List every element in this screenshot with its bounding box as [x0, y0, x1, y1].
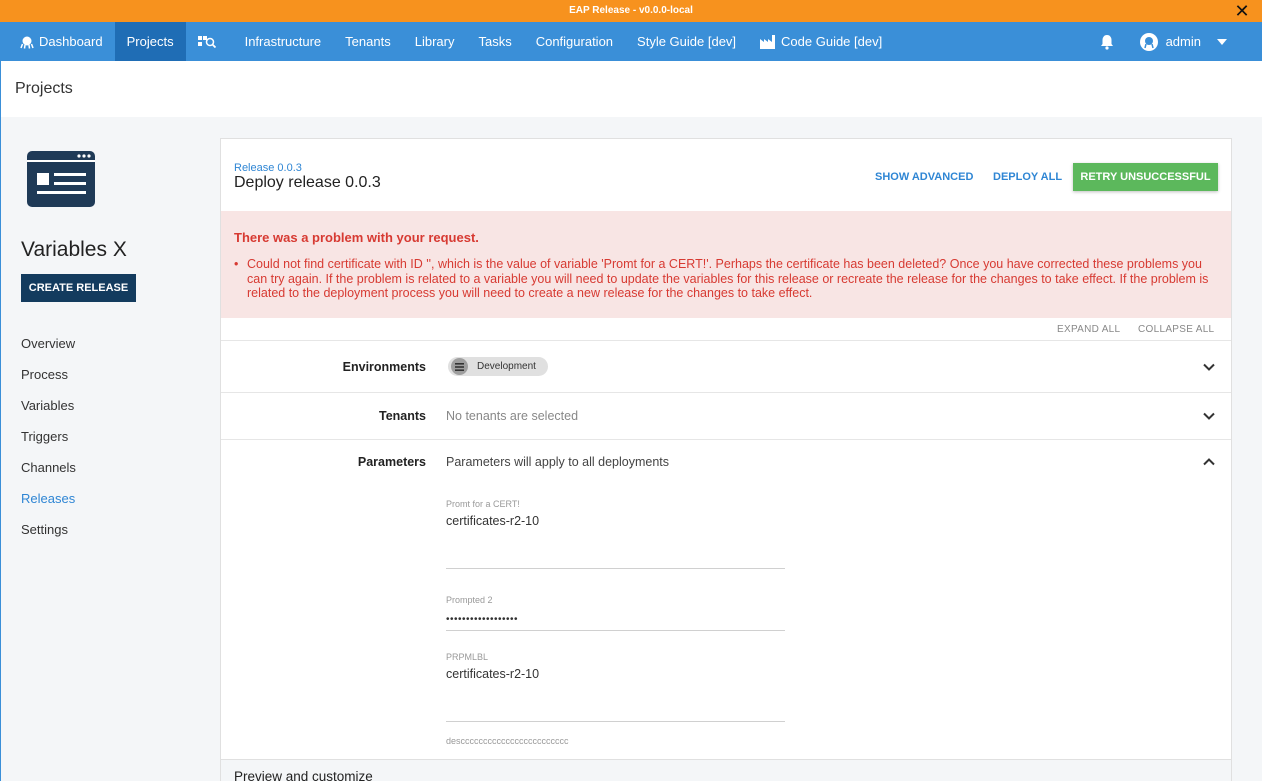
environments-section[interactable]: Environments Development	[221, 341, 1231, 393]
param-field-prpmlbl: PRPMLBL	[446, 652, 785, 722]
close-icon[interactable]: ✕	[1234, 1, 1250, 21]
octopus-icon	[20, 36, 34, 49]
nav-infrastructure-label: Infrastructure	[244, 34, 322, 49]
factory-icon	[760, 34, 776, 49]
nav-style-guide-label: Style Guide [dev]	[637, 34, 737, 49]
card-header: Release 0.0.3 Deploy release 0.0.3 SHOW …	[221, 139, 1231, 211]
chevron-up-icon[interactable]	[1201, 454, 1217, 470]
project-name: Variables X	[21, 238, 127, 261]
nav-configuration[interactable]: Configuration	[524, 22, 625, 61]
error-message-item: • Could not find certificate with ID '',…	[234, 257, 1224, 301]
sidebar-item-process[interactable]: Process	[21, 367, 76, 398]
param-field-prompted2: Prompted 2	[446, 595, 785, 631]
caret-down-icon	[1217, 38, 1227, 45]
chevron-down-icon[interactable]	[1201, 408, 1217, 424]
preview-section[interactable]: Preview and customize	[221, 759, 1231, 781]
breadcrumb-release[interactable]: Release 0.0.3	[234, 162, 302, 174]
top-navbar: Dashboard Projects Infrastructure Tenant…	[0, 22, 1262, 61]
environments-label: Environments	[342, 360, 426, 374]
param-help-prpmlbl: descccccccccccccccccccccccc	[446, 736, 569, 746]
collapse-all-button[interactable]: COLLAPSE ALL	[1138, 324, 1214, 335]
nav-search[interactable]	[186, 22, 233, 61]
notifications-button[interactable]	[1086, 22, 1133, 61]
user-menu[interactable]: admin	[1133, 22, 1207, 61]
tenants-section[interactable]: Tenants No tenants are selected	[221, 393, 1231, 440]
param-field-cert: Promt for a CERT!	[446, 499, 785, 569]
list-icon	[451, 358, 468, 375]
parameters-section: Parameters Parameters will apply to all …	[221, 440, 1231, 759]
retry-unsuccessful-button[interactable]: RETRY UNSUCCESSFUL	[1073, 163, 1218, 191]
environment-chip: Development	[448, 357, 548, 376]
sidebar-item-settings[interactable]: Settings	[21, 522, 76, 553]
error-message: Could not find certificate with ID '', w…	[247, 257, 1209, 300]
create-release-button[interactable]: CREATE RELEASE	[21, 274, 136, 302]
avatar-icon	[1139, 32, 1158, 51]
tenants-value: No tenants are selected	[446, 409, 579, 423]
page-body: Variables X CREATE RELEASE Overview Proc…	[0, 117, 1262, 781]
card-title: Deploy release 0.0.3	[234, 174, 381, 191]
nav-dashboard[interactable]: Dashboard	[0, 22, 115, 61]
parameters-value: Parameters will apply to all deployments	[446, 455, 670, 469]
preview-label: Preview and customize	[234, 769, 373, 781]
search-grid-icon	[197, 36, 216, 48]
nav-code-guide-label: Code Guide [dev]	[781, 34, 883, 49]
nav-style-guide[interactable]: Style Guide [dev]	[625, 22, 748, 61]
tenants-label: Tenants	[379, 409, 426, 423]
user-name: admin	[1165, 34, 1201, 49]
nav-library[interactable]: Library	[403, 22, 467, 61]
nav-projects[interactable]: Projects	[114, 22, 186, 61]
error-title: There was a problem with your request.	[234, 230, 479, 245]
nav-right: admin	[1086, 22, 1262, 61]
param-input-prompted2[interactable]	[446, 608, 785, 631]
page-title: Projects	[15, 80, 73, 97]
nav-tasks[interactable]: Tasks	[466, 22, 523, 61]
parameters-label: Parameters	[357, 455, 426, 469]
nav-configuration-label: Configuration	[535, 34, 614, 49]
param-input-prpmlbl[interactable]	[446, 665, 785, 722]
nav-code-guide[interactable]: Code Guide [dev]	[748, 22, 894, 61]
nav-tenants[interactable]: Tenants	[333, 22, 403, 61]
sidebar-item-triggers[interactable]: Triggers	[21, 429, 76, 460]
expand-collapse-row: EXPAND ALL COLLAPSE ALL	[221, 318, 1231, 341]
nav-library-label: Library	[414, 34, 455, 49]
sidebar-item-variables[interactable]: Variables	[21, 398, 76, 429]
sidebar-item-releases[interactable]: Releases	[21, 491, 76, 522]
nav-dashboard-label: Dashboard	[39, 34, 103, 49]
deploy-all-button[interactable]: DEPLOY ALL	[993, 171, 1062, 183]
environment-chip-label: Development	[477, 361, 536, 372]
project-logo-icon	[27, 151, 95, 207]
param-label-prpmlbl: PRPMLBL	[446, 652, 489, 662]
nav-tenants-label: Tenants	[345, 34, 391, 49]
param-input-cert[interactable]	[446, 512, 785, 569]
sidebar-item-overview[interactable]: Overview	[21, 336, 76, 367]
deploy-card: Release 0.0.3 Deploy release 0.0.3 SHOW …	[220, 138, 1232, 781]
bell-icon	[1100, 34, 1113, 50]
chevron-down-icon[interactable]	[1201, 359, 1217, 375]
bullet-icon: •	[234, 257, 239, 271]
error-panel: There was a problem with your request. •…	[221, 211, 1231, 318]
nav-tasks-label: Tasks	[478, 34, 512, 49]
project-nav: Overview Process Variables Triggers Chan…	[21, 336, 76, 553]
user-menu-toggle[interactable]	[1207, 22, 1262, 61]
environment-banner: EAP Release - v0.0.0-local ✕	[0, 0, 1262, 22]
page-header: Projects	[0, 61, 1262, 117]
project-sidebar: Variables X CREATE RELEASE Overview Proc…	[1, 117, 211, 781]
nav-projects-label: Projects	[126, 34, 174, 49]
sidebar-item-channels[interactable]: Channels	[21, 460, 76, 491]
param-label-prompted2: Prompted 2	[446, 595, 493, 605]
expand-all-button[interactable]: EXPAND ALL	[1057, 324, 1120, 335]
banner-text: EAP Release - v0.0.0-local	[569, 5, 693, 16]
param-label-cert: Promt for a CERT!	[446, 499, 520, 509]
show-advanced-button[interactable]: SHOW ADVANCED	[875, 171, 973, 183]
nav-infrastructure[interactable]: Infrastructure	[233, 22, 334, 61]
